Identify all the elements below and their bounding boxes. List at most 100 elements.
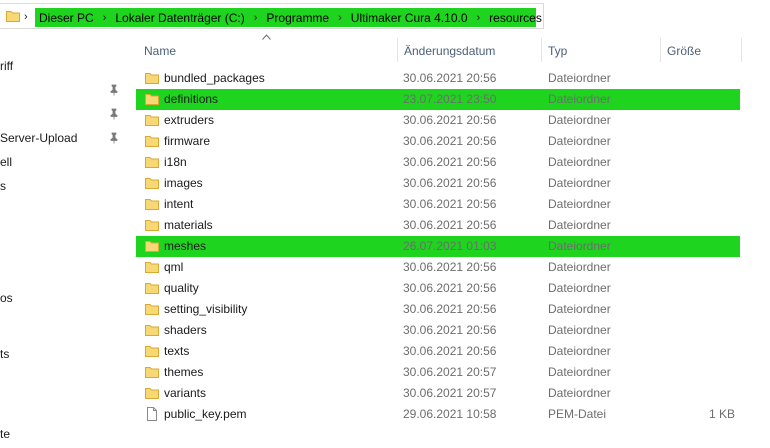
file-type: Dateiordner	[548, 365, 611, 379]
file-date: 30.06.2021 20:56	[403, 260, 497, 274]
file-type: Dateiordner	[548, 197, 611, 211]
file-row[interactable]: shaders 30.06.2021 20:56 Dateiordner	[136, 320, 740, 341]
file-name: public_key.pem	[164, 407, 247, 421]
chevron-right-icon[interactable]: ›	[24, 11, 28, 23]
folder-icon	[145, 388, 159, 399]
file-row[interactable]: extruders 30.06.2021 20:56 Dateiordner	[136, 110, 740, 131]
column-header-type[interactable]: Typ	[548, 44, 567, 68]
file-date: 30.06.2021 20:56	[403, 155, 497, 169]
breadcrumb-item[interactable]: resources	[485, 11, 546, 25]
folder-icon	[145, 304, 159, 315]
file-name: materials	[164, 218, 213, 232]
column-divider[interactable]	[397, 38, 398, 62]
breadcrumb-item[interactable]: Programme	[262, 11, 333, 25]
file-row[interactable]: bundled_packages 30.06.2021 20:56 Dateiord…	[136, 68, 740, 89]
nav-item[interactable]: Server-Upload	[0, 131, 77, 145]
breadcrumb: Dieser PC › Lokaler Datenträger (C:) › P…	[35, 8, 546, 27]
file-row[interactable]: firmware 30.06.2021 20:56 Dateiordner	[136, 131, 740, 152]
folder-icon	[145, 241, 159, 252]
file-name: i18n	[164, 155, 187, 169]
file-type: Dateiordner	[548, 218, 611, 232]
file-row[interactable]: meshes 26.07.2021 01:03 Dateiordner	[136, 236, 740, 257]
file-name: images	[164, 176, 203, 190]
file-row[interactable]: texts 30.06.2021 20:56 Dateiordner	[136, 341, 740, 362]
file-date: 30.06.2021 20:56	[403, 344, 497, 358]
file-date: 30.06.2021 20:56	[403, 113, 497, 127]
column-header-name[interactable]: Name	[144, 44, 176, 68]
file-name: variants	[164, 386, 207, 400]
address-bar[interactable]: › Dieser PC › Lokaler Datenträger (C:) ›…	[0, 3, 544, 29]
file-row[interactable]: qml 30.06.2021 20:56 Dateiordner	[136, 257, 740, 278]
folder-icon	[145, 220, 159, 231]
nav-item[interactable]: ts	[0, 347, 9, 361]
file-date: 26.07.2021 01:03	[403, 239, 497, 253]
folder-icon	[145, 73, 159, 84]
file-type: Dateiordner	[548, 155, 611, 169]
breadcrumb-item[interactable]: Dieser PC	[35, 11, 98, 25]
column-header-size[interactable]: Größe	[667, 44, 701, 68]
folder-icon	[145, 115, 159, 126]
file-date: 30.06.2021 20:56	[403, 176, 497, 190]
file-name: bundled_packages	[164, 71, 265, 85]
file-type: Dateiordner	[548, 239, 611, 253]
file-date: 30.06.2021 20:56	[403, 134, 497, 148]
column-divider[interactable]	[541, 38, 542, 62]
file-name: qml	[164, 260, 184, 274]
address-bar-row: › Dieser PC › Lokaler Datenträger (C:) ›…	[0, 0, 770, 32]
file-name: extruders	[164, 113, 215, 127]
file-row[interactable]: themes 30.06.2021 20:57 Dateiordner	[136, 362, 740, 383]
file-name: texts	[164, 344, 190, 358]
file-type: Dateiordner	[548, 92, 611, 106]
folder-icon	[145, 178, 159, 189]
file-date: 30.06.2021 20:56	[403, 197, 497, 211]
chevron-right-icon[interactable]: ›	[472, 12, 486, 24]
file-date: 30.06.2021 20:56	[403, 218, 497, 232]
file-row[interactable]: i18n 30.06.2021 20:56 Dateiordner	[136, 152, 740, 173]
file-name: intent	[164, 197, 194, 211]
file-row[interactable]: setting_visibility 30.06.2021 20:56 Dateio…	[136, 299, 740, 320]
column-header-date[interactable]: Änderungsdatum	[404, 44, 495, 68]
file-row[interactable]: variants 30.06.2021 20:57 Dateiordner	[136, 383, 740, 404]
pin-icon	[110, 132, 118, 144]
file-type: Dateiordner	[548, 113, 611, 127]
folder-icon	[145, 136, 159, 147]
file-row[interactable]: public_key.pem 29.06.2021 10:58 PEM-Datei 1…	[136, 404, 740, 425]
column-divider[interactable]	[741, 38, 742, 62]
nav-item[interactable]: os	[0, 291, 13, 305]
folder-icon	[145, 157, 159, 168]
file-row[interactable]: definitions 23.07.2021 23:50 Dateiordner	[136, 89, 740, 110]
file-type: Dateiordner	[548, 260, 611, 274]
nav-item[interactable]: riff	[0, 59, 13, 73]
file-icon	[147, 407, 157, 421]
folder-icon	[6, 11, 20, 22]
nav-item[interactable]: te	[0, 427, 10, 441]
file-date: 29.06.2021 10:58	[403, 407, 497, 421]
file-type: Dateiordner	[548, 281, 611, 295]
file-type: Dateiordner	[548, 323, 611, 337]
breadcrumb-item[interactable]: Ultimaker Cura 4.10.0	[347, 11, 472, 25]
file-row[interactable]: quality 30.06.2021 20:56 Dateiordner	[136, 278, 740, 299]
chevron-right-icon[interactable]: ›	[249, 12, 263, 24]
folder-icon	[145, 367, 159, 378]
file-date: 30.06.2021 20:56	[403, 281, 497, 295]
file-name: setting_visibility	[164, 302, 248, 316]
file-row[interactable]: materials 30.06.2021 20:56 Dateiordner	[136, 215, 740, 236]
sort-ascending-icon	[262, 34, 271, 40]
file-name: meshes	[164, 239, 207, 253]
file-type: Dateiordner	[548, 344, 611, 358]
folder-icon	[145, 94, 159, 105]
nav-item[interactable]: s	[0, 179, 6, 193]
pin-icon	[110, 108, 118, 120]
chevron-right-icon[interactable]: ›	[333, 12, 347, 24]
file-row[interactable]: intent 30.06.2021 20:56 Dateiordner	[136, 194, 740, 215]
file-row[interactable]: images 30.06.2021 20:56 Dateiordner	[136, 173, 740, 194]
chevron-right-icon[interactable]: ›	[98, 12, 112, 24]
file-date: 30.06.2021 20:56	[403, 71, 497, 85]
file-name: quality	[164, 281, 199, 295]
file-date: 23.07.2021 23:50	[403, 92, 497, 106]
nav-item[interactable]: ell	[0, 155, 12, 169]
breadcrumb-item[interactable]: Lokaler Datenträger (C:)	[111, 11, 248, 25]
file-name: shaders	[164, 323, 207, 337]
column-divider[interactable]	[660, 38, 661, 62]
pin-icon	[110, 84, 118, 96]
